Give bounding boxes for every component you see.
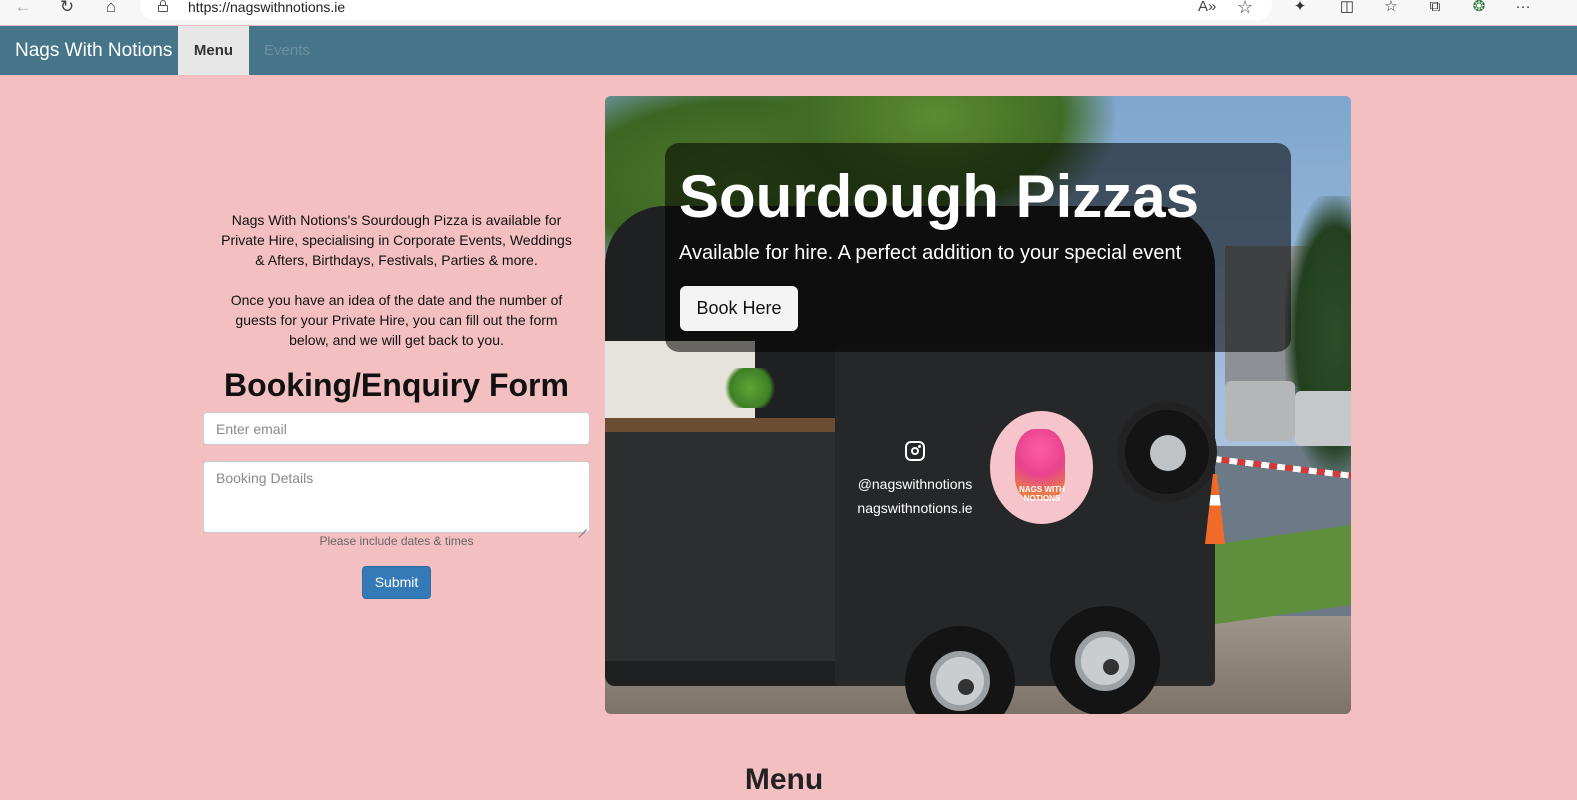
browser-toolbar: ← ↻ ⌂ https://nagswithnotions.ie A» ☆ ✦ … — [0, 0, 1577, 25]
reload-icon[interactable]: ↻ — [52, 0, 82, 18]
trailer-social-text: @nagswithnotions nagswithnotions.ie — [855, 441, 975, 520]
menu-section-heading: Menu — [744, 763, 824, 796]
intro-paragraph-form: Once you have an idea of the date and th… — [230, 292, 563, 348]
email-input[interactable] — [203, 412, 590, 445]
pony-logo: NAGS WITH NOTIONS — [990, 411, 1093, 524]
website-text: nagswithnotions.ie — [857, 500, 973, 516]
more-icon[interactable]: ··· — [1510, 0, 1536, 18]
url-text[interactable]: https://nagswithnotions.ie — [188, 0, 345, 14]
form-help-text: Please include dates & times — [319, 534, 474, 548]
address-bar[interactable]: https://nagswithnotions.ie A» ☆ — [140, 0, 1272, 20]
intro-text: Nags With Notions's Sourdough Pizza is a… — [215, 210, 578, 350]
back-icon[interactable]: ← — [8, 0, 38, 18]
hero-image: @nagswithnotions nagswithnotions.ie NAGS… — [605, 96, 1351, 714]
extensions-icon[interactable]: ✦ — [1287, 0, 1313, 18]
hero-title: Sourdough Pizzas — [679, 163, 1200, 230]
favorites-icon[interactable]: ☆ — [1378, 0, 1404, 18]
book-here-button[interactable]: Book Here — [680, 286, 798, 331]
logo-text: NAGS WITH NOTIONS — [1019, 485, 1065, 503]
trailer-wheel — [1050, 606, 1160, 714]
basil-plant — [723, 368, 777, 408]
instagram-icon — [905, 441, 925, 461]
read-aloud-icon[interactable]: A» — [1198, 0, 1216, 14]
hero-caption: Sourdough Pizzas Available for hire. A p… — [665, 143, 1291, 352]
collections-icon[interactable]: ⧉ — [1422, 0, 1448, 18]
intro-paragraph-hire: Nags With Notions's Sourdough Pizza is a… — [221, 212, 572, 268]
favorite-star-icon[interactable]: ☆ — [1237, 0, 1253, 16]
home-icon[interactable]: ⌂ — [96, 0, 126, 18]
resize-grip-icon[interactable] — [578, 521, 588, 531]
submit-button[interactable]: Submit — [362, 566, 431, 599]
nav-item-events[interactable]: Events — [264, 26, 310, 75]
instagram-handle: @nagswithnotions — [857, 476, 973, 492]
form-title: Booking/Enquiry Form — [224, 367, 569, 403]
lock-icon[interactable] — [158, 0, 168, 12]
site-navbar: Nags With Notions Menu Events — [0, 26, 1577, 75]
nav-item-menu[interactable]: Menu — [178, 26, 249, 75]
split-screen-icon[interactable]: ◫ — [1334, 0, 1360, 18]
hero-subtitle: Available for hire. A perfect addition t… — [679, 242, 1182, 264]
spare-wheel — [1117, 402, 1217, 502]
brand-link[interactable]: Nags With Notions — [15, 40, 172, 62]
performance-icon[interactable]: ❂ — [1466, 0, 1492, 18]
booking-details-textarea[interactable] — [203, 461, 590, 533]
